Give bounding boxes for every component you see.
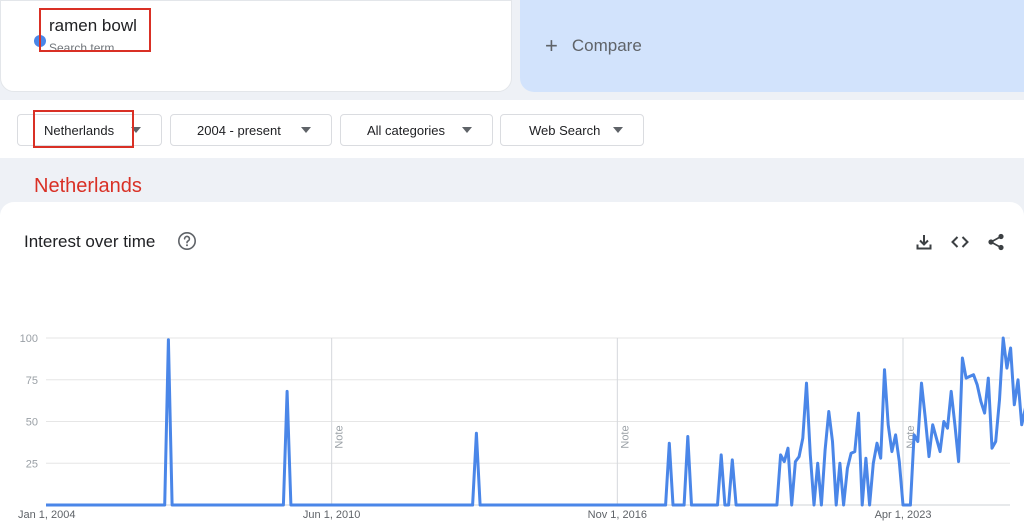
compare-label: Compare — [571, 36, 642, 55]
filters-bar: Netherlands 2004 - present All categorie… — [0, 100, 1024, 158]
y-tick-label: 100 — [20, 333, 38, 345]
interest-over-time-card: Interest over time Note Note Note 25 50 75 10… — [0, 202, 1024, 525]
x-tick-label: Jan 1, 2004 — [18, 509, 76, 521]
compare-button[interactable]: + Compare — [520, 0, 1024, 92]
y-tick-label: 25 — [26, 458, 38, 470]
y-tick-label: 50 — [26, 417, 38, 429]
note-marker-label: Note — [619, 425, 631, 448]
search-type-dropdown-label: Web Search — [529, 122, 601, 138]
x-tick-label: Jun 1, 2010 — [303, 509, 361, 521]
y-tick-label: 75 — [26, 375, 38, 387]
note-marker-label: Note — [334, 425, 346, 448]
interest-line-chart: Note Note Note 255075100Jan 1, 2004 Jun 1, … — [18, 333, 1024, 521]
plus-icon: + — [545, 33, 558, 58]
highlight-box-region — [33, 110, 134, 148]
x-tick-label: Apr 1, 2023 — [875, 509, 932, 521]
chevron-down-icon — [462, 127, 472, 133]
chevron-down-icon — [301, 127, 311, 133]
search-type-dropdown[interactable]: Web Search — [500, 114, 644, 146]
category-dropdown[interactable]: All categories — [340, 114, 493, 146]
chevron-down-icon — [613, 127, 623, 133]
time-range-dropdown[interactable]: 2004 - present — [170, 114, 332, 146]
highlight-box-search-term — [39, 8, 151, 52]
x-tick-label: Nov 1, 2016 — [588, 509, 647, 521]
time-range-dropdown-label: 2004 - present — [197, 122, 281, 138]
category-dropdown-label: All categories — [367, 122, 446, 138]
region-annotation: Netherlands — [34, 175, 142, 197]
